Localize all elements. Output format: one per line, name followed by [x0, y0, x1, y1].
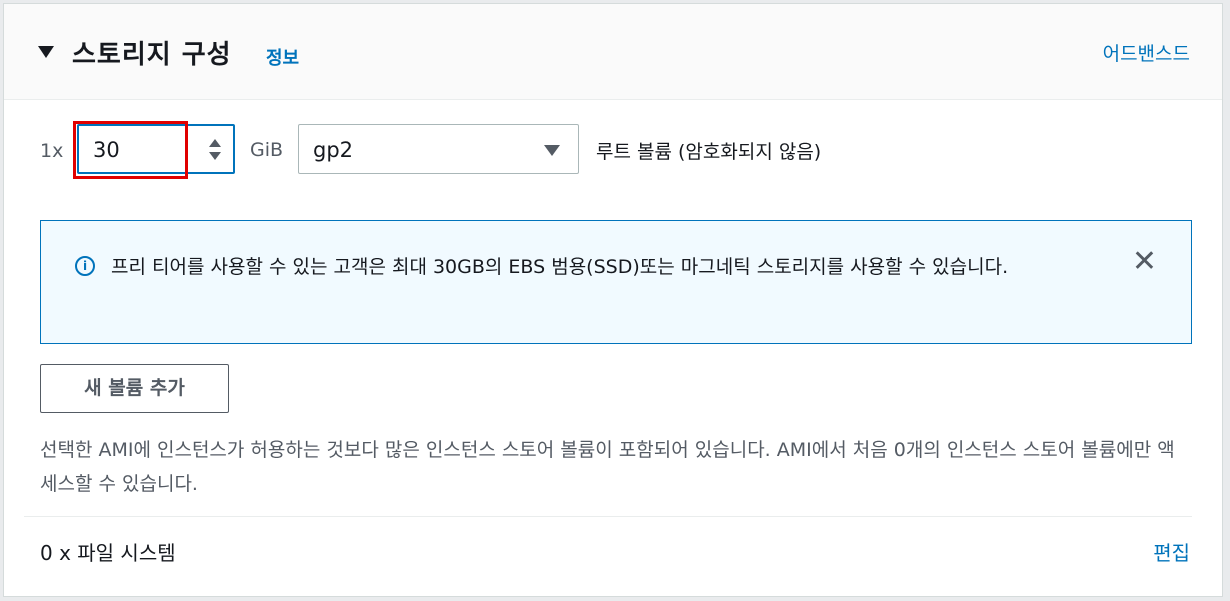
advanced-link[interactable]: 어드밴스드 — [1103, 39, 1190, 66]
add-volume-button[interactable]: 새 볼륨 추가 — [40, 364, 229, 413]
highlight-box — [73, 121, 188, 179]
collapse-caret-icon[interactable] — [38, 46, 54, 58]
panel-header: 스토리지 구성 정보 어드밴스드 — [4, 4, 1222, 100]
file-systems-label: 0 x 파일 시스템 — [40, 541, 176, 565]
divider — [24, 516, 1192, 517]
volume-type-select[interactable]: gp2 — [298, 124, 579, 174]
root-volume-row: 1x 30 GiB gp2 루트 볼륨 (암호화되지 않음) — [4, 121, 1222, 179]
stepper-down-icon[interactable] — [209, 152, 221, 160]
dropdown-arrow-icon — [544, 145, 560, 156]
root-volume-label: 루트 볼륨 (암호화되지 않음) — [596, 141, 822, 163]
panel-title: 스토리지 구성 — [72, 40, 232, 70]
alert-text: 프리 티어를 사용할 수 있는 고객은 최대 30GB의 EBS 범용(SSD)… — [111, 256, 1009, 278]
close-icon[interactable]: ✕ — [1132, 247, 1157, 277]
info-link[interactable]: 정보 — [266, 44, 299, 70]
stepper-up-icon[interactable] — [209, 139, 221, 147]
free-tier-alert: i 프리 티어를 사용할 수 있는 고객은 최대 30GB의 EBS 범용(SS… — [40, 220, 1192, 344]
storage-config-panel: 스토리지 구성 정보 어드밴스드 1x 30 GiB gp2 루트 볼륨 (암호… — [3, 3, 1223, 597]
number-stepper[interactable] — [204, 136, 226, 164]
edit-link[interactable]: 편집 — [1153, 537, 1190, 566]
volume-multiplier: 1x — [40, 140, 64, 162]
instance-store-note: 선택한 AMI에 인스턴스가 허용하는 것보다 많은 인스턴스 스토어 볼륨이 … — [40, 439, 1175, 495]
volume-type-value: gp2 — [313, 138, 354, 162]
info-icon: i — [75, 256, 95, 276]
volume-unit: GiB — [250, 139, 284, 161]
